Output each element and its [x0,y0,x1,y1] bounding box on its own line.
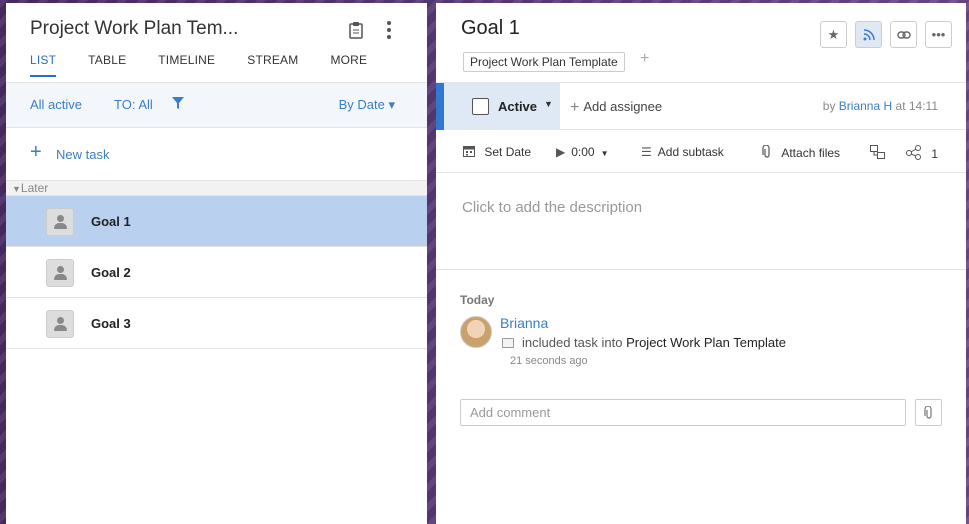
task-list-panel: Project Work Plan Tem... LIST TABLE TIME… [6,3,427,524]
task-name: Goal 1 [91,214,131,229]
subtask-icon: ☰ [641,145,652,159]
task-actions: ★ ••• [820,21,952,48]
caret-down-icon: ▼ [12,184,21,194]
set-date-label: Set Date [484,145,532,159]
activity-time: 21 seconds ago [510,355,588,367]
play-icon: ▶ [556,145,566,159]
comment-input[interactable]: Add comment [460,399,906,426]
add-subtask-label: Add subtask [657,145,724,159]
add-assignee-button[interactable]: + Add assignee [570,99,662,117]
author-link[interactable]: Brianna H [839,99,892,113]
view-tabs: LIST TABLE TIMELINE STREAM MORE [30,53,399,77]
link-icon[interactable] [890,21,917,48]
divider [436,269,966,270]
user-avatar-icon[interactable] [46,310,74,338]
task-row[interactable]: Goal 1 [6,196,427,247]
tab-list[interactable]: LIST [30,53,57,77]
task-toolbar: Set Date ▶ 0:00 ▼ ☰ Add subtask Attach file… [436,131,966,173]
activity-day: Today [460,293,495,307]
status-label: Active [498,99,538,114]
all-active-filter[interactable]: All active [30,97,82,112]
task-detail-panel: Goal 1 ★ ••• Project Work Plan Template … [436,3,966,524]
status-bar: Active ▼ + Add assignee by Brianna H at 1… [436,82,966,130]
caret-down-icon: ▼ [544,99,553,109]
description-editor[interactable]: Click to add the description [462,199,642,216]
activity-text: included task into Project Work Plan Tem… [502,335,786,350]
paperclip-icon [762,144,775,160]
rss-icon[interactable] [855,21,882,48]
filter-icon[interactable] [172,97,184,113]
duration-label: 0:00 [571,145,595,159]
task-row[interactable]: Goal 3 [6,298,427,349]
complete-checkbox[interactable] [472,98,489,115]
attach-files-label: Attach files [781,146,841,160]
group-header-later[interactable]: ▼Later [6,180,427,196]
add-folder-plus-icon[interactable]: + [640,50,649,68]
author-info: by Brianna H at 14:11 [823,99,938,113]
user-avatar-icon[interactable] [46,259,74,287]
task-row[interactable]: Goal 2 [6,247,427,298]
group-label: Later [20,181,49,195]
add-subtask-button[interactable]: ☰ Add subtask [641,145,724,159]
plus-icon: + [570,99,580,116]
task-name: Goal 3 [91,316,131,331]
new-task-label: New task [56,147,110,162]
tab-more[interactable]: MORE [330,53,367,77]
status-dropdown[interactable]: Active ▼ [436,83,560,130]
byline-time: at 14:11 [895,99,938,113]
tab-timeline[interactable]: TIMELINE [158,53,215,77]
sort-dropdown[interactable]: By Date ▾ [339,97,395,113]
task-title[interactable]: Goal 1 [461,17,520,40]
paperclip-icon[interactable] [915,399,942,426]
star-icon[interactable]: ★ [820,21,847,48]
share-button[interactable]: 1 [906,145,938,161]
assignee-filter[interactable]: TO: All [114,97,153,112]
attach-files-button[interactable]: Attach files [762,144,841,160]
calendar-icon [463,145,478,159]
list-header: Project Work Plan Tem... LIST TABLE TIME… [6,3,427,83]
new-task-button[interactable]: + New task [6,128,427,180]
plus-icon: + [30,141,42,163]
more-horizontal-icon[interactable]: ••• [925,21,952,48]
folder-icon [502,338,514,348]
activity-user[interactable]: Brianna [500,315,548,331]
tab-table[interactable]: TABLE [88,53,126,77]
task-name: Goal 2 [91,265,131,280]
more-vertical-icon[interactable] [384,21,394,39]
avatar[interactable] [460,316,492,348]
share-count: 1 [931,147,939,161]
activity-action: included task into [522,335,623,350]
add-assignee-label: Add assignee [583,99,663,114]
timer-button[interactable]: ▶ 0:00 ▼ [556,145,609,159]
activity-target[interactable]: Project Work Plan Template [626,335,786,350]
byline-prefix: by [822,99,836,113]
clipboard-icon[interactable] [348,21,364,44]
share-icon [906,145,925,161]
caret-down-icon: ▼ [600,149,609,158]
user-avatar-icon[interactable] [46,208,74,236]
folder-title[interactable]: Project Work Plan Tem... [30,18,238,40]
tab-stream[interactable]: STREAM [247,53,298,77]
folder-tag[interactable]: Project Work Plan Template [463,52,625,72]
filter-bar: All active TO: All By Date ▾ [6,83,427,128]
set-date-button[interactable]: Set Date [463,145,531,159]
dependency-icon[interactable] [870,145,885,162]
